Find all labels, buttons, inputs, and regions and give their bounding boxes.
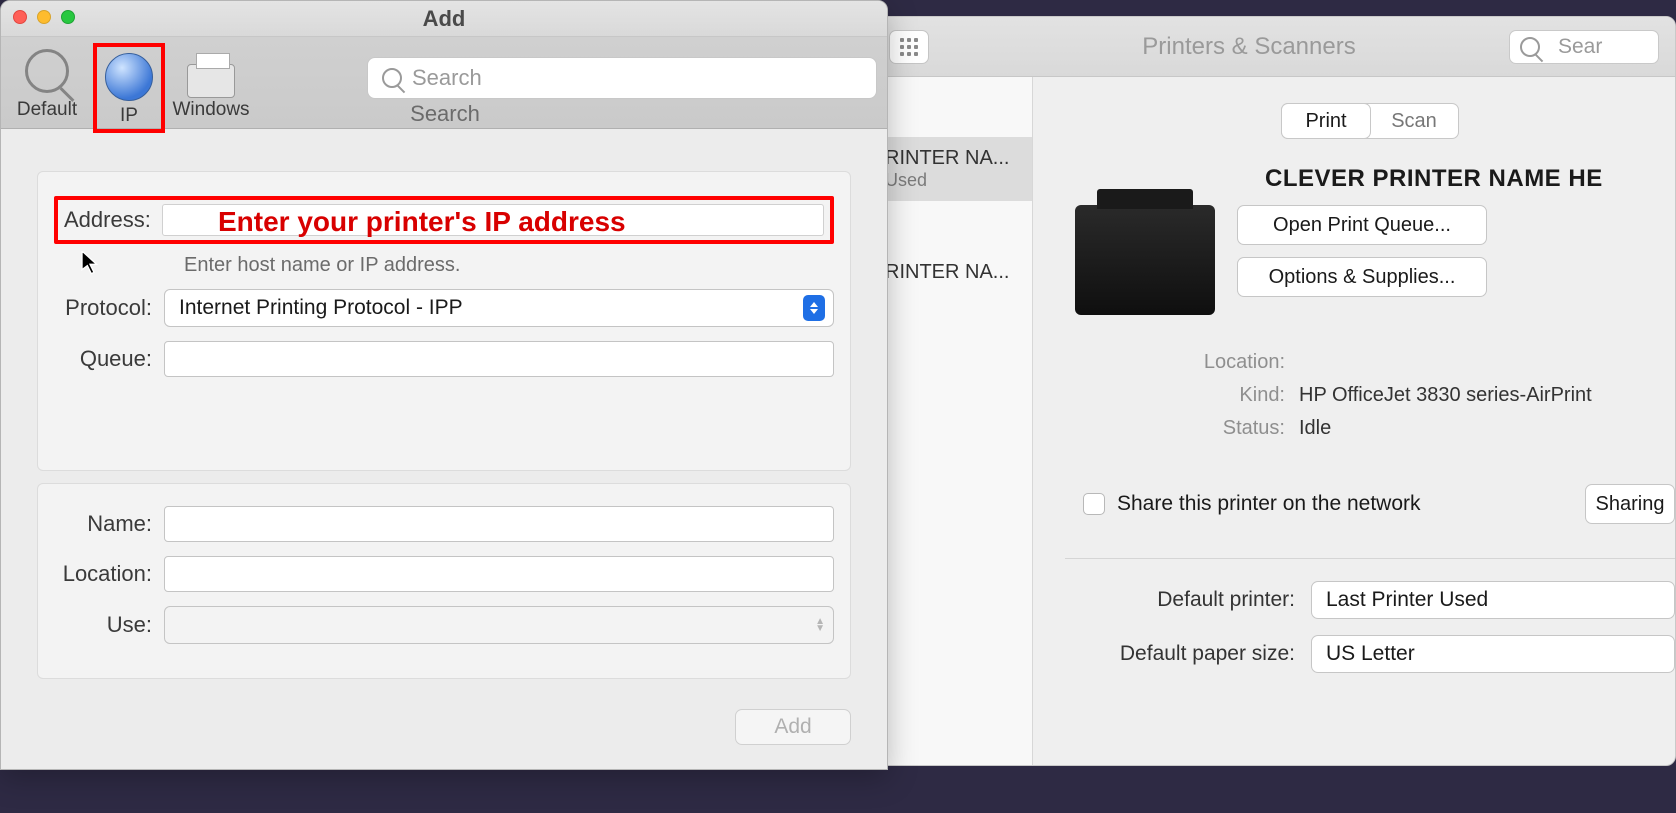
zoom-button[interactable] xyxy=(61,10,75,24)
divider xyxy=(1065,558,1675,559)
printer-icon xyxy=(187,64,235,98)
default-printer-value: Last Printer Used xyxy=(1326,588,1488,612)
close-button[interactable] xyxy=(13,10,27,24)
add-printer-window: Add Default IP Windows Search Search Add… xyxy=(0,0,888,770)
kind-value: HP OfficeJet 3830 series-AirPrint xyxy=(1299,384,1592,407)
use-label: Use: xyxy=(54,612,164,638)
window-controls xyxy=(13,10,75,24)
sharing-preferences-button[interactable]: Sharing xyxy=(1585,484,1675,524)
print-scan-segmented[interactable]: Print Scan xyxy=(1281,103,1459,139)
protocol-value: Internet Printing Protocol - IPP xyxy=(179,296,463,320)
add-button[interactable]: Add xyxy=(735,709,851,745)
window-title: Add xyxy=(423,6,466,32)
address-label: Address: xyxy=(64,207,162,233)
protocol-select[interactable]: Internet Printing Protocol - IPP xyxy=(164,289,834,327)
address-highlight-annotation: Address: Enter your printer's IP address xyxy=(54,196,834,244)
apps-grid-button[interactable] xyxy=(889,30,929,64)
address-input[interactable] xyxy=(162,204,824,236)
search-icon xyxy=(382,68,402,88)
share-printer-label: Share this printer on the network xyxy=(1117,492,1421,516)
name-input[interactable] xyxy=(164,506,834,542)
ps-search-field[interactable]: Sear xyxy=(1509,30,1659,64)
ps-toolbar: Printers & Scanners Sear xyxy=(873,17,1675,77)
printer-details-panel: Name: Location: Use: ▲▼ xyxy=(37,483,851,679)
default-paper-label: Default paper size: xyxy=(1095,642,1295,666)
location-input[interactable] xyxy=(164,556,834,592)
printer-item-sub: Used xyxy=(885,170,1020,191)
location-label: Location: xyxy=(54,561,164,587)
ps-window-title: Printers & Scanners xyxy=(1003,33,1495,61)
protocol-label: Protocol: xyxy=(54,295,164,321)
default-printer-select[interactable]: Last Printer Used xyxy=(1311,581,1675,619)
options-supplies-button[interactable]: Options & Supplies... xyxy=(1237,257,1487,297)
location-label: Location: xyxy=(1185,351,1285,374)
default-printer-label: Default printer: xyxy=(1095,588,1295,612)
kind-label: Kind: xyxy=(1185,384,1285,407)
printer-name-heading: CLEVER PRINTER NAME HE xyxy=(1265,165,1675,193)
titlebar: Add xyxy=(1,1,887,37)
minimize-button[interactable] xyxy=(37,10,51,24)
segment-scan[interactable]: Scan xyxy=(1370,104,1458,138)
toolbar-search-label: Search xyxy=(1,101,888,127)
default-paper-value: US Letter xyxy=(1326,642,1415,666)
search-placeholder: Search xyxy=(412,65,482,91)
printers-scanners-window: Printers & Scanners Sear RINTER NA... Us… xyxy=(872,16,1676,766)
ps-search-placeholder: Sear xyxy=(1558,35,1602,59)
globe-icon xyxy=(105,53,153,101)
open-print-queue-button[interactable]: Open Print Queue... xyxy=(1237,205,1487,245)
printer-list-item[interactable]: RINTER NA... Used xyxy=(873,137,1032,201)
printer-image xyxy=(1075,205,1215,315)
printer-list-sidebar: RINTER NA... Used RINTER NA... xyxy=(873,77,1033,765)
toolbar-search-field[interactable]: Search xyxy=(367,57,877,99)
ip-config-panel: Address: Enter your printer's IP address… xyxy=(37,171,851,471)
status-label: Status: xyxy=(1185,417,1285,440)
name-label: Name: xyxy=(54,511,164,537)
printer-list-item[interactable]: RINTER NA... xyxy=(873,251,1032,294)
chevron-updown-icon: ▲▼ xyxy=(815,618,825,632)
magnifier-icon xyxy=(25,49,69,93)
status-value: Idle xyxy=(1299,417,1331,440)
share-printer-checkbox[interactable] xyxy=(1083,493,1105,515)
search-icon xyxy=(1520,37,1540,57)
printer-item-title: RINTER NA... xyxy=(885,147,1020,170)
printer-item-title: RINTER NA... xyxy=(885,261,1020,284)
segment-print[interactable]: Print xyxy=(1282,104,1370,138)
queue-input[interactable] xyxy=(164,341,834,377)
address-hint: Enter host name or IP address. xyxy=(184,254,834,277)
default-paper-select[interactable]: US Letter xyxy=(1311,635,1675,673)
queue-label: Queue: xyxy=(54,346,164,372)
use-select[interactable]: ▲▼ xyxy=(164,606,834,644)
chevron-updown-icon xyxy=(803,295,825,321)
